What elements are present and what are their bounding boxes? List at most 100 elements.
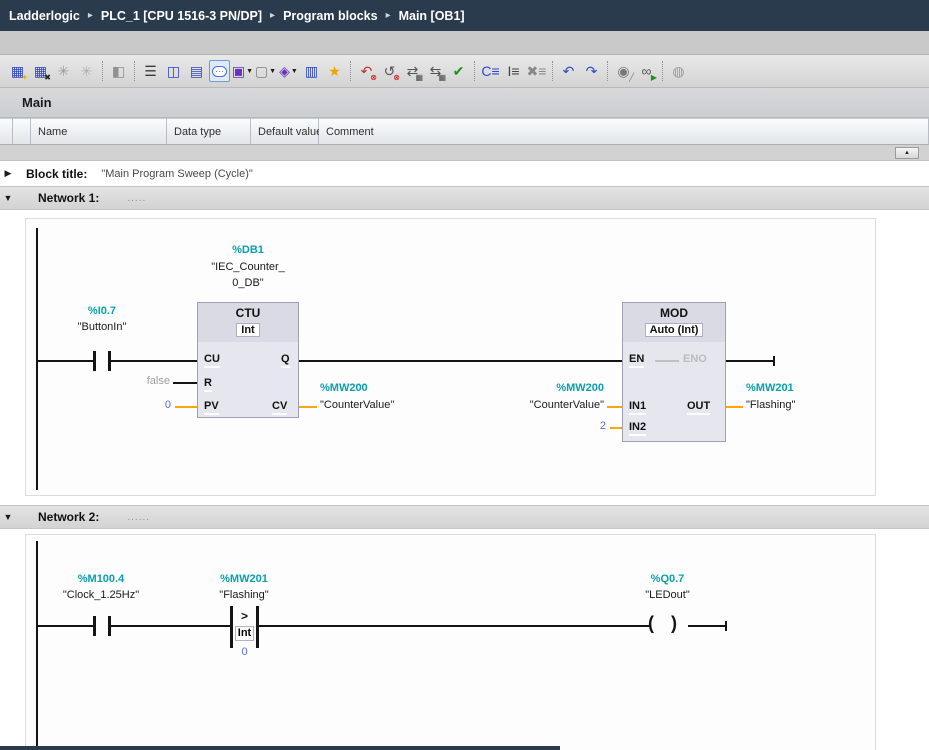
wire-orange bbox=[299, 406, 317, 408]
expand-networks-icon: ◫ bbox=[167, 64, 180, 78]
bottom-divider bbox=[0, 746, 560, 750]
interface-scroll-strip: ▲ bbox=[0, 145, 929, 161]
monitor-operand-icon: I≡ bbox=[507, 64, 519, 78]
insert-network-icon[interactable]: ▦✶ bbox=[7, 60, 28, 82]
insert-comment-box-icon-dropdown[interactable]: ▼ bbox=[269, 68, 276, 75]
block-title-row: ▶ Block title: "Main Program Sweep (Cycl… bbox=[0, 161, 929, 186]
wire-orange bbox=[175, 406, 197, 408]
coil-name[interactable]: "LEDout" bbox=[620, 589, 715, 601]
show-operand-lines-icon[interactable]: ☰ bbox=[140, 60, 161, 82]
breadcrumb-item[interactable]: PLC_1 [CPU 1516-3 PN/DP] bbox=[101, 9, 262, 23]
synchronize-block-icon[interactable]: ⇆▦ bbox=[425, 60, 446, 82]
insert-comment-box-icon[interactable]: ▢▼ bbox=[255, 60, 276, 82]
contact-address[interactable]: %I0.7 bbox=[58, 305, 146, 317]
network1-comment-placeholder[interactable]: ..... bbox=[127, 193, 146, 204]
db-address[interactable]: %DB1 bbox=[195, 244, 301, 256]
expand-arrow-icon[interactable]: ▼ bbox=[0, 512, 16, 522]
contact-bar bbox=[93, 351, 96, 371]
power-rail bbox=[36, 228, 38, 490]
wire bbox=[111, 625, 230, 627]
network2-canvas: %M100.4 "Clock_1.25Hz" %MW201 "Flashing"… bbox=[0, 529, 929, 750]
monitor-operand-icon[interactable]: I≡ bbox=[503, 60, 524, 82]
breadcrumb-item[interactable]: Program blocks bbox=[283, 9, 377, 23]
favorites-icon[interactable]: ★ bbox=[324, 60, 345, 82]
jump-to-previous-icon[interactable]: ↶ bbox=[558, 60, 579, 82]
in2-operand[interactable]: 2 bbox=[560, 420, 606, 432]
mod-type[interactable]: Auto (Int) bbox=[645, 323, 704, 337]
contact-name[interactable]: "ButtonIn" bbox=[58, 321, 146, 333]
coil-address[interactable]: %Q0.7 bbox=[620, 573, 715, 585]
ctu-title: CTU bbox=[198, 306, 298, 320]
breadcrumb-separator-icon: ▸ bbox=[88, 10, 93, 21]
insert-branch-icon[interactable]: ▥ bbox=[301, 60, 322, 82]
column-header-name[interactable]: Name bbox=[31, 118, 167, 145]
go-to-previous-error-icon[interactable]: ↶⊗ bbox=[356, 60, 377, 82]
rung-end-tick bbox=[773, 356, 775, 366]
insert-empty-box-icon[interactable]: ▣▼ bbox=[232, 60, 253, 82]
column-header-data-type[interactable]: Data type bbox=[167, 118, 251, 145]
modify-operand-icon[interactable]: ✖≡ bbox=[526, 60, 547, 82]
expand-networks-icon[interactable]: ◫ bbox=[163, 60, 184, 82]
go-to-next-error-icon-badge: ⊗ bbox=[393, 74, 400, 82]
ladder-toolbar: ▦✶▦✖✳✳◧☰◫▤⋯▣▼▢▼◈▼▥★↶⊗↺⊗⇄▦⇆▦✔C≡I≡✖≡↶↷◉╱∞▶… bbox=[0, 55, 929, 88]
network2-header[interactable]: ▼ Network 2: ...... bbox=[0, 505, 929, 529]
insert-move-box-icon[interactable]: ◈▼ bbox=[278, 60, 299, 82]
coil-symbol[interactable]: ( ) bbox=[648, 613, 683, 634]
open-all-networks-icon[interactable]: ✳ bbox=[53, 60, 74, 82]
test-trace-icon[interactable]: ∞▶ bbox=[636, 60, 657, 82]
go-to-next-error-icon[interactable]: ↺⊗ bbox=[379, 60, 400, 82]
cv-address[interactable]: %MW200 bbox=[320, 382, 368, 394]
db-name-line1[interactable]: "IEC_Counter_ bbox=[180, 261, 316, 273]
collapse-arrow-icon[interactable]: ▶ bbox=[0, 168, 16, 179]
ctu-type[interactable]: Int bbox=[236, 323, 259, 337]
expand-arrow-icon[interactable]: ▼ bbox=[0, 193, 16, 203]
wire-orange bbox=[726, 406, 743, 408]
call-environment-icon[interactable]: ◉╱ bbox=[613, 60, 634, 82]
breadcrumb: Ladderlogic ▸ PLC_1 [CPU 1516-3 PN/DP] ▸ Pro… bbox=[0, 0, 929, 31]
pv-operand[interactable]: 0 bbox=[145, 399, 171, 411]
monitoring-on-off-icon[interactable]: C≡ bbox=[480, 60, 501, 82]
update-block-call-icon[interactable]: ⇄▦ bbox=[402, 60, 423, 82]
comparator-name[interactable]: "Flashing" bbox=[194, 589, 294, 601]
out-address[interactable]: %MW201 bbox=[746, 382, 794, 394]
scroll-up-button[interactable]: ▲ bbox=[895, 147, 919, 159]
data-block-icon[interactable]: ◍ bbox=[668, 60, 689, 82]
network2-label: Network 2: bbox=[38, 510, 99, 524]
network1-header[interactable]: ▼ Network 1: ..... bbox=[0, 186, 929, 210]
column-header-comment[interactable]: Comment bbox=[319, 118, 929, 145]
pin-r: R bbox=[204, 377, 212, 392]
close-all-networks-icon[interactable]: ✳ bbox=[76, 60, 97, 82]
cv-name[interactable]: "CounterValue" bbox=[320, 399, 394, 411]
keep-rows-icon[interactable]: ◧ bbox=[108, 60, 129, 82]
breadcrumb-item[interactable]: Ladderlogic bbox=[9, 9, 80, 23]
jump-to-next-icon: ↷ bbox=[586, 64, 598, 78]
in1-name[interactable]: "CounterValue" bbox=[454, 399, 604, 411]
jump-to-next-icon[interactable]: ↷ bbox=[581, 60, 602, 82]
db-name-line2[interactable]: 0_DB" bbox=[180, 277, 316, 289]
network-comments-toggle-icon[interactable]: ⋯ bbox=[209, 60, 230, 82]
block-title-value[interactable]: "Main Program Sweep (Cycle)" bbox=[101, 168, 252, 180]
comparator-operator[interactable]: > bbox=[233, 609, 256, 623]
insert-move-box-icon-dropdown[interactable]: ▼ bbox=[291, 68, 298, 75]
comparator-address[interactable]: %MW201 bbox=[194, 573, 294, 585]
out-name[interactable]: "Flashing" bbox=[746, 399, 795, 411]
network-comments-toggle-icon: ⋯ bbox=[212, 66, 227, 77]
collapse-networks-icon[interactable]: ▤ bbox=[186, 60, 207, 82]
insert-empty-box-icon-dropdown[interactable]: ▼ bbox=[246, 68, 253, 75]
comparator-type[interactable]: Int bbox=[228, 623, 261, 641]
contact-address[interactable]: %M100.4 bbox=[50, 573, 152, 585]
breadcrumb-separator-icon: ▸ bbox=[386, 10, 391, 21]
consistency-check-icon[interactable]: ✔ bbox=[448, 60, 469, 82]
pin-eno: ENO bbox=[683, 353, 707, 366]
call-environment-icon: ◉ bbox=[617, 64, 629, 78]
breadcrumb-item[interactable]: Main [OB1] bbox=[399, 9, 465, 23]
column-header-default-value[interactable]: Default value bbox=[251, 118, 319, 145]
wire bbox=[259, 625, 650, 627]
contact-name[interactable]: "Clock_1.25Hz" bbox=[50, 589, 152, 601]
consistency-check-icon: ✔ bbox=[453, 64, 465, 78]
in1-address[interactable]: %MW200 bbox=[454, 382, 604, 394]
delete-network-icon[interactable]: ▦✖ bbox=[30, 60, 51, 82]
r-operand[interactable]: false bbox=[118, 375, 170, 387]
network2-comment-placeholder[interactable]: ...... bbox=[127, 512, 150, 523]
comparator-operand[interactable]: 0 bbox=[229, 646, 260, 658]
